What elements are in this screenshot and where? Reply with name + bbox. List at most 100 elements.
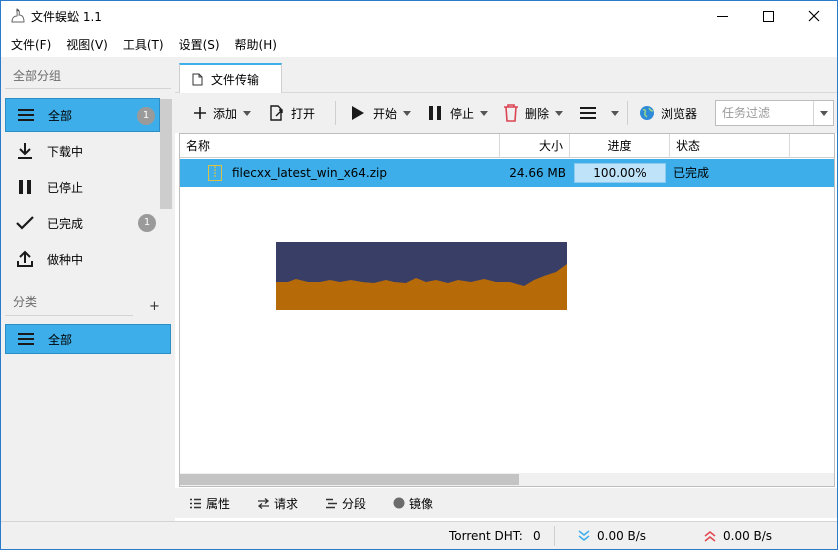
dht-label: Torrent DHT:	[449, 529, 523, 543]
task-filter-input[interactable]	[722, 106, 818, 120]
menu-lines-icon	[580, 107, 596, 119]
status-bar: Torrent DHT: 0 0.00 B/s 0.00 B/s	[1, 521, 837, 549]
transfer-list[interactable]: 名称 大小 进度 状态 filecxx_latest_win_x64.zip 2…	[179, 133, 835, 487]
toolbar: 添加 打开 开始 停止 删除 浏览器	[175, 93, 837, 133]
pause-icon	[429, 106, 441, 120]
upload-speed: 0.00 B/s	[703, 529, 772, 543]
browser-label: 浏览器	[661, 106, 698, 121]
detail-tabs: 属性 请求 分段 镜像	[175, 488, 837, 518]
menu-help[interactable]: 帮助(H)	[225, 35, 282, 55]
menu-lines-icon	[15, 108, 37, 122]
window-title: 文件蜈蚣 1.1	[31, 10, 102, 24]
add-button[interactable]: 添加	[193, 101, 252, 125]
delete-button[interactable]: 删除	[503, 101, 564, 125]
minimize-icon	[716, 15, 728, 17]
chevron-down-icon	[819, 110, 828, 116]
chevron-down-icon	[480, 110, 489, 116]
menu-view[interactable]: 视图(V)	[56, 35, 113, 55]
menu-settings[interactable]: 设置(S)	[169, 35, 225, 55]
toolbar-separator	[627, 101, 628, 125]
category-item-all[interactable]: 全部	[5, 324, 171, 354]
tab-mirrors[interactable]: 镜像	[393, 495, 433, 511]
tab-file-transfer[interactable]: 文件传输	[179, 63, 282, 94]
categories-header: 分类	[13, 295, 38, 309]
menu-tools[interactable]: 工具(T)	[113, 35, 169, 55]
maximize-button[interactable]	[745, 1, 791, 31]
chevron-down-icon	[403, 110, 412, 116]
sidebar-item-all[interactable]: 全部 1	[5, 98, 160, 132]
column-header-size[interactable]: 大小	[500, 134, 570, 158]
open-file-icon	[270, 105, 283, 121]
tab-strip: 文件传输	[175, 57, 837, 94]
trash-icon	[504, 104, 518, 122]
stop-button[interactable]: 停止	[428, 101, 489, 125]
segments-icon	[325, 498, 338, 509]
sidebar-item-downloading[interactable]: 下载中	[5, 134, 160, 168]
tab-label: 请求	[274, 496, 299, 511]
upload-speed-value: 0.00 B/s	[723, 529, 773, 543]
sidebar-item-label: 做种中	[47, 252, 84, 267]
check-icon	[14, 215, 36, 231]
table-row[interactable]: filecxx_latest_win_x64.zip 24.66 MB 100.…	[180, 159, 834, 187]
table-header: 名称 大小 进度 状态	[180, 134, 834, 158]
properties-icon	[189, 498, 202, 509]
sidebar-item-label: 已完成	[47, 216, 84, 231]
browser-button[interactable]: 浏览器	[639, 101, 697, 125]
start-label: 开始	[373, 106, 398, 121]
plus-icon	[194, 107, 206, 119]
menu-lines-icon	[15, 332, 37, 346]
globe-icon	[640, 106, 654, 120]
tab-label: 分段	[342, 496, 367, 511]
more-menu-button[interactable]	[579, 101, 619, 125]
sidebar-item-seeding[interactable]: 做种中	[5, 242, 160, 276]
stop-label: 停止	[450, 106, 475, 121]
horizontal-scrollbar-thumb[interactable]	[180, 474, 519, 485]
download-speed: 0.00 B/s	[577, 529, 646, 543]
chevron-down-icon	[555, 110, 564, 116]
tab-label: 文件传输	[211, 73, 260, 87]
open-button[interactable]: 打开	[269, 101, 315, 125]
start-button[interactable]: 开始	[351, 101, 412, 125]
app-window: 文件蜈蚣 1.1 文件(F) 视图(V) 工具(T) 设置(S) 帮助(H) 全…	[0, 0, 838, 550]
task-filter[interactable]	[715, 100, 834, 126]
minimize-button[interactable]	[699, 1, 745, 31]
row-status: 已完成	[673, 166, 710, 180]
chevron-down-icon	[611, 110, 619, 116]
row-name: filecxx_latest_win_x64.zip	[232, 166, 387, 180]
menu-file[interactable]: 文件(F)	[1, 35, 56, 55]
tab-segments[interactable]: 分段	[325, 495, 366, 511]
dht-value: 0	[533, 529, 541, 543]
sidebar-scrollbar[interactable]	[160, 99, 172, 209]
tab-properties[interactable]: 属性	[189, 495, 230, 511]
row-size: 24.66 MB	[509, 166, 566, 180]
pause-icon	[14, 179, 36, 195]
chevron-down-icon	[243, 110, 252, 116]
sidebar-item-stopped[interactable]: 已停止	[5, 170, 160, 204]
divider	[5, 88, 171, 89]
add-category-button[interactable]: +	[149, 299, 160, 314]
groups-header: 全部分组	[13, 69, 62, 83]
filter-dropdown-button[interactable]	[813, 101, 833, 125]
column-header-status[interactable]: 状态	[670, 134, 790, 158]
sidebar: 全部分组 全部 1 下载中 已停止 已完成 1 做种中 分类 + 全部	[1, 57, 175, 521]
tab-label: 属性	[206, 496, 231, 511]
document-icon	[192, 73, 203, 86]
divider	[5, 315, 133, 316]
sidebar-item-completed[interactable]: 已完成 1	[5, 206, 160, 240]
menu-bar: 文件(F) 视图(V) 工具(T) 设置(S) 帮助(H)	[1, 35, 282, 55]
column-header-name[interactable]: 名称	[180, 134, 500, 158]
download-icon	[14, 142, 36, 160]
open-label: 打开	[291, 106, 316, 121]
upload-speed-icon	[704, 531, 716, 542]
play-icon	[352, 106, 364, 120]
tab-requests[interactable]: 请求	[257, 495, 298, 511]
category-item-label: 全部	[48, 332, 73, 347]
count-badge: 1	[138, 214, 156, 232]
column-header-progress[interactable]: 进度	[570, 134, 670, 158]
upload-icon	[14, 250, 36, 268]
download-speed-value: 0.00 B/s	[597, 529, 647, 543]
decorative-landscape-image	[276, 242, 567, 310]
mirror-icon	[393, 497, 405, 509]
close-button[interactable]	[791, 1, 837, 31]
title-bar: 文件蜈蚣 1.1	[1, 1, 837, 31]
